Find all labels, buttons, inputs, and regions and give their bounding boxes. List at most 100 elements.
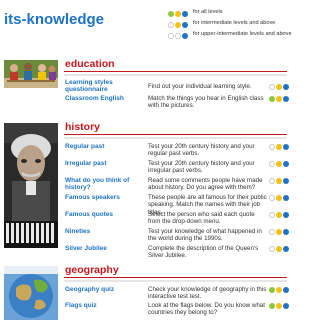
green-level-dot-icon <box>269 287 275 293</box>
section-divider <box>64 70 287 72</box>
site-title[interactable]: its-knowledge <box>4 11 104 28</box>
blue-level-dot-icon <box>283 178 289 184</box>
yellow-level-dot-icon <box>276 229 282 235</box>
list-item: What do you think of history? Read some … <box>64 177 289 193</box>
education-thumbnail-image <box>4 60 58 88</box>
level-dots-icon <box>269 195 291 201</box>
empty-level-dot-icon <box>269 212 275 218</box>
yellow-level-dot-icon <box>276 84 282 90</box>
level-dots-icon <box>269 144 291 150</box>
blue-level-dot-icon <box>283 246 289 252</box>
activity-link[interactable]: What do you think of history? <box>65 177 131 192</box>
section-education: education Learning styles questionnaire … <box>0 56 289 118</box>
activity-description: Check your knowledge of geography in thi… <box>148 286 267 301</box>
legend-text: for intermediate levels and above <box>193 20 276 26</box>
activity-link[interactable]: Geography quiz <box>65 286 131 293</box>
yellow-level-dot-icon <box>276 287 282 293</box>
level-dots-icon <box>168 11 190 17</box>
blue-level-dot-icon <box>182 33 188 39</box>
list-item: Geography quiz Check your knowledge of g… <box>64 286 289 302</box>
section-header: geography <box>64 264 287 278</box>
list-item: Flags quiz Look at the flags below. Do y… <box>64 302 289 318</box>
list-item: Nineties Test your knowledge of what hap… <box>64 228 289 244</box>
section-title: history <box>65 121 101 133</box>
yellow-level-dot-icon <box>276 144 282 150</box>
section-header: history <box>64 121 287 135</box>
activity-link[interactable]: Regular past <box>65 143 131 150</box>
empty-level-dot-icon <box>175 33 181 39</box>
empty-level-dot-icon <box>269 195 275 201</box>
blue-level-dot-icon <box>283 229 289 235</box>
empty-level-dot-icon <box>269 246 275 252</box>
level-dots-icon <box>168 33 190 39</box>
level-dots-icon <box>269 287 291 293</box>
blue-level-dot-icon <box>182 11 188 17</box>
blue-level-dot-icon <box>283 287 289 293</box>
yellow-level-dot-icon <box>276 161 282 167</box>
activity-description: Select the person who said each quote fr… <box>148 211 255 226</box>
activity-description: Complete the description of the Queen's … <box>148 245 259 260</box>
level-dots-icon <box>269 212 291 218</box>
list-item: Regular past Test your 20th century hist… <box>64 143 289 159</box>
level-dots-icon <box>269 178 291 184</box>
section-title: geography <box>65 264 119 276</box>
level-dots-icon <box>168 22 190 28</box>
blue-level-dot-icon <box>283 212 289 218</box>
activity-description: Test your knowledge of what happened in … <box>148 228 262 243</box>
page-header: its-knowledge for all levels for interme… <box>0 0 292 54</box>
empty-level-dot-icon <box>269 229 275 235</box>
yellow-level-dot-icon <box>175 22 181 28</box>
activity-description: Match the things you hear in English cla… <box>148 95 264 110</box>
activity-link[interactable]: Learning styles questionnaire <box>65 79 131 94</box>
activity-link[interactable]: Flags quiz <box>65 302 131 309</box>
activity-link[interactable]: Famous quotes <box>65 211 131 218</box>
section-bar <box>64 74 287 76</box>
yellow-level-dot-icon <box>276 195 282 201</box>
yellow-level-dot-icon <box>276 178 282 184</box>
activity-link[interactable]: Famous speakers <box>65 194 131 201</box>
list-item: Irregular past Test your 20th century hi… <box>64 160 289 176</box>
yellow-level-dot-icon <box>276 212 282 218</box>
list-item: Classroom English Match the things you h… <box>64 95 289 111</box>
activity-description: Find out your individual learning style. <box>148 83 252 90</box>
activity-link[interactable]: Silver Jubilee <box>65 245 131 252</box>
list-item: Famous quotes Select the person who said… <box>64 211 289 227</box>
empty-level-dot-icon <box>269 84 275 90</box>
legend-text: for upper-intermediate levels and above <box>193 31 292 37</box>
yellow-level-dot-icon <box>276 303 282 309</box>
section-header: education <box>64 58 287 72</box>
list-item: Silver Jubilee Complete the description … <box>64 245 289 261</box>
blue-level-dot-icon <box>283 84 289 90</box>
activity-description: Look at the flags below. Do you know wha… <box>148 302 265 317</box>
section-bar <box>64 280 287 282</box>
section-divider <box>64 276 287 278</box>
section-title: education <box>65 58 115 70</box>
empty-level-dot-icon <box>168 33 174 39</box>
section-bar <box>64 137 287 139</box>
green-level-dot-icon <box>269 303 275 309</box>
level-dots-icon <box>269 96 291 102</box>
level-dots-icon <box>269 161 291 167</box>
empty-level-dot-icon <box>269 178 275 184</box>
empty-level-dot-icon <box>269 144 275 150</box>
blue-level-dot-icon <box>283 96 289 102</box>
activity-link[interactable]: Irregular past <box>65 160 131 167</box>
blue-level-dot-icon <box>283 144 289 150</box>
empty-level-dot-icon <box>269 161 275 167</box>
level-dots-icon <box>269 229 291 235</box>
empty-level-dot-icon <box>168 22 174 28</box>
activity-link[interactable]: Nineties <box>65 228 131 235</box>
activity-link[interactable]: Classroom English <box>65 95 131 102</box>
blue-level-dot-icon <box>283 303 289 309</box>
green-level-dot-icon <box>269 96 275 102</box>
list-item: Famous speakers These people are all fam… <box>64 194 289 216</box>
yellow-level-dot-icon <box>276 246 282 252</box>
level-dots-icon <box>269 303 291 309</box>
level-dots-icon <box>269 246 291 252</box>
blue-level-dot-icon <box>283 161 289 167</box>
activity-description: Test your 20th century history and your … <box>148 143 255 158</box>
green-level-dot-icon <box>168 11 174 17</box>
yellow-level-dot-icon <box>276 96 282 102</box>
section-history: history Regular past Test your 20th cent… <box>0 119 289 261</box>
activity-description: Read some comments people have made abou… <box>148 177 263 192</box>
